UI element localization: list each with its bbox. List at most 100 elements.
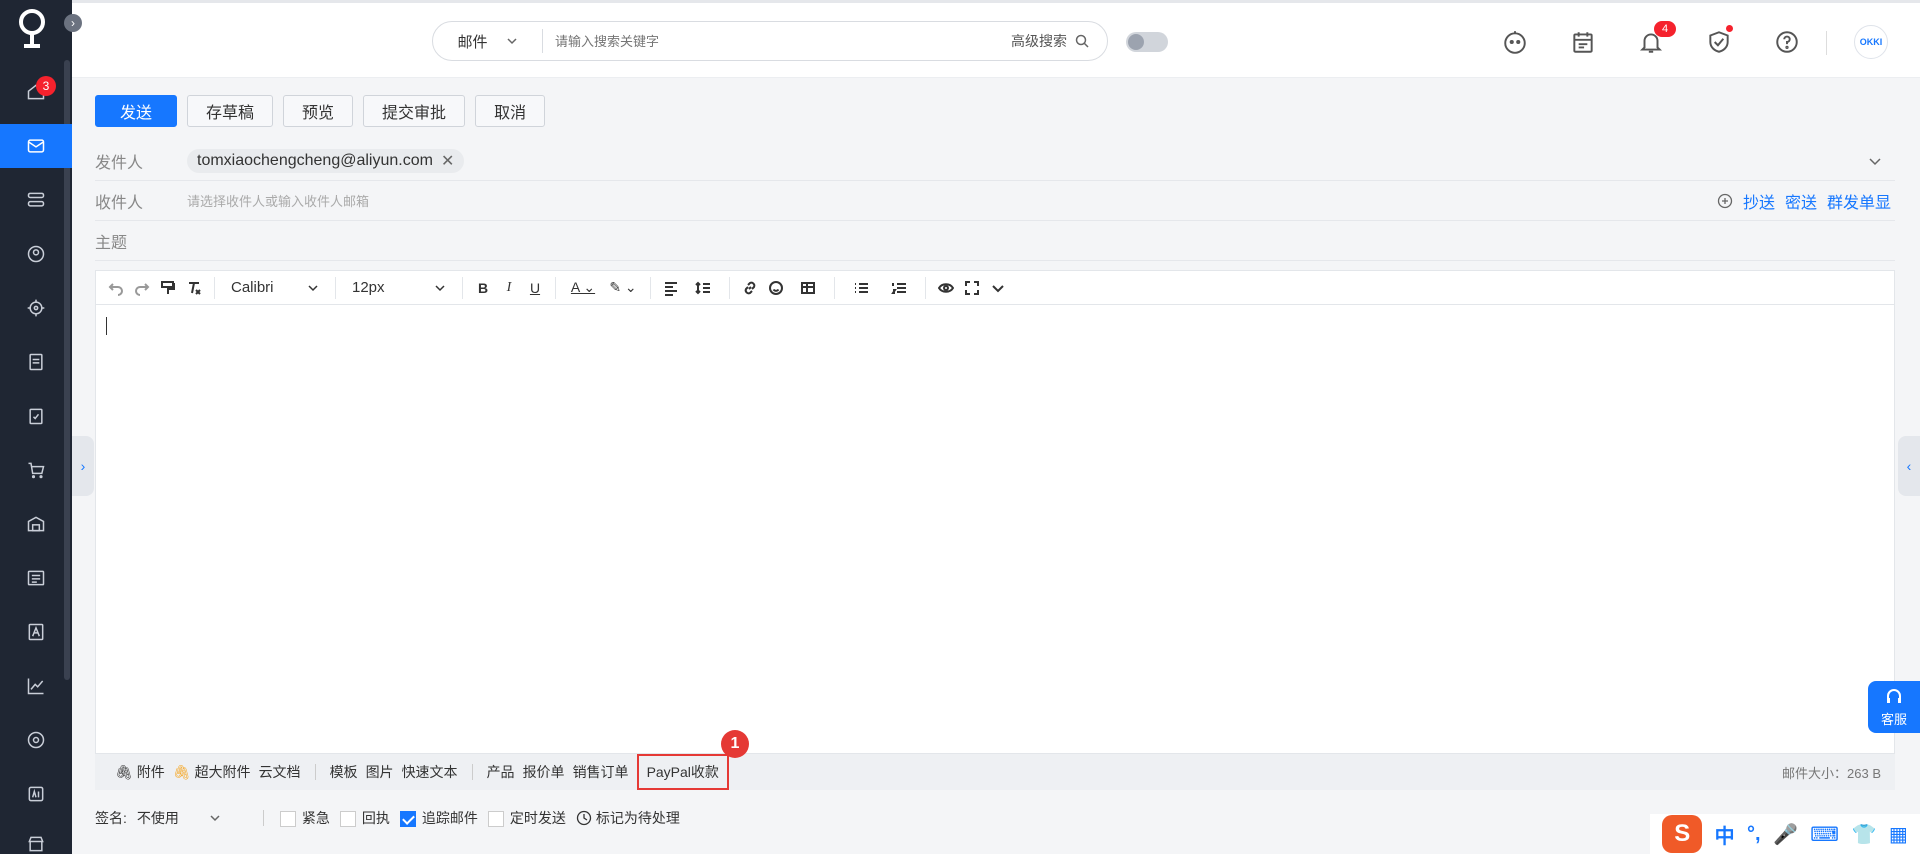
chevron-down-icon[interactable]	[986, 276, 1010, 300]
redo-icon[interactable]	[130, 276, 154, 300]
group-single-link[interactable]: 群发单显	[1827, 189, 1891, 213]
font-size-select[interactable]: 12px	[344, 276, 454, 300]
submit-approval-button[interactable]: 提交审批	[363, 95, 466, 127]
chevron-down-icon[interactable]	[1867, 153, 1883, 169]
global-search: 邮件 高级搜索	[432, 21, 1108, 61]
recipient-input[interactable]: 请选择收件人或输入收件人邮箱	[187, 191, 369, 210]
attach-button[interactable]: 🖇 附件	[115, 762, 165, 782]
line-height-icon[interactable]	[685, 276, 721, 300]
sogou-logo-icon[interactable]: S	[1662, 815, 1703, 853]
image-button[interactable]: 图片	[366, 762, 394, 782]
apps-grid-icon[interactable]: ▦	[1889, 822, 1908, 847]
notification-button[interactable]: 4	[1636, 21, 1676, 57]
microphone-icon[interactable]: 🎤	[1773, 822, 1798, 847]
sidebar-item-mail[interactable]	[0, 124, 72, 168]
calendar-button[interactable]	[1568, 27, 1598, 57]
sidebar-item-home[interactable]: 3	[0, 70, 72, 114]
bullet-list-icon[interactable]	[843, 276, 879, 300]
save-draft-button[interactable]: 存草稿	[187, 95, 274, 127]
track-mail-checkbox-box[interactable]	[399, 811, 416, 828]
urgent-checkbox-box[interactable]	[279, 811, 296, 828]
skin-icon[interactable]: 👕	[1852, 822, 1877, 847]
mark-pending-button[interactable]: 标记为待处理	[576, 808, 680, 828]
assistant-button[interactable]	[1500, 27, 1530, 57]
help-icon	[1776, 31, 1798, 53]
security-button[interactable]	[1704, 25, 1734, 57]
receipt-checkbox-box[interactable]	[339, 811, 356, 828]
track-mail-checkbox[interactable]: 追踪邮件	[399, 808, 478, 828]
sales-order-button[interactable]: 销售订单	[573, 762, 629, 782]
quotation-button[interactable]: 报价单	[523, 762, 565, 782]
rocket-toggle[interactable]	[1126, 32, 1168, 52]
scheduled-send-checkbox[interactable]: 定时发送	[487, 808, 566, 828]
scheduled-send-checkbox-box[interactable]	[487, 811, 504, 828]
sender-email: tomxiaochengcheng@aliyun.com	[197, 151, 433, 169]
product-button[interactable]: 产品	[487, 762, 515, 782]
urgent-checkbox[interactable]: 紧急	[279, 808, 330, 828]
search-input[interactable]	[543, 33, 1011, 49]
cc-link[interactable]: 抄送	[1743, 189, 1775, 213]
sidebar-item-flow[interactable]	[0, 178, 72, 222]
right-expand-tab[interactable]: ‹	[1898, 436, 1920, 496]
app-logo-icon[interactable]	[14, 6, 50, 52]
sidebar-item-shop[interactable]	[0, 822, 72, 854]
cancel-button[interactable]: 取消	[475, 95, 546, 127]
left-expand-tab[interactable]: ›	[72, 436, 94, 496]
template-button[interactable]: 模板	[330, 762, 358, 782]
quick-text-button[interactable]: 快速文本	[402, 762, 458, 782]
bold-icon[interactable]: B	[471, 276, 495, 300]
eye-icon[interactable]	[934, 276, 958, 300]
underline-icon[interactable]: U	[523, 276, 547, 300]
sidebar-collapse-icon[interactable]: ›	[64, 14, 82, 32]
bcc-link[interactable]: 密送	[1785, 189, 1817, 213]
clear-format-icon[interactable]	[182, 276, 206, 300]
ime-chinese-toggle[interactable]: 中	[1715, 820, 1735, 849]
paypal-collect-button[interactable]: PayPal收款 1	[636, 730, 749, 790]
sidebar-item-warehouse[interactable]	[0, 502, 72, 546]
numbered-list-icon[interactable]	[881, 276, 917, 300]
fullscreen-icon[interactable]	[960, 276, 984, 300]
sidebar-item-ai[interactable]	[0, 772, 72, 816]
sender-row: 发件人 tomxiaochengcheng@aliyun.com ✕	[95, 141, 1895, 181]
help-button[interactable]	[1772, 27, 1802, 57]
calendar-icon	[1573, 32, 1593, 53]
keyboard-icon[interactable]: ⌨	[1810, 822, 1839, 847]
font-family-select[interactable]: Calibri	[223, 276, 327, 300]
avatar[interactable]: OKKI	[1854, 25, 1888, 59]
receipt-label: 回执	[361, 810, 390, 826]
preview-button[interactable]: 预览	[283, 95, 354, 127]
advanced-search-button[interactable]: 高级搜索	[1011, 31, 1107, 51]
editor[interactable]: Calibri 12px B I U A ⌄ ✎ ⌄	[95, 270, 1895, 754]
sidebar-item-document[interactable]	[0, 340, 72, 384]
sidebar-item-list[interactable]	[0, 556, 72, 600]
customer-service-button[interactable]: 客服	[1868, 681, 1920, 733]
sidebar-item-target[interactable]	[0, 286, 72, 330]
large-attach-button[interactable]: 🖇 超大附件	[173, 762, 251, 782]
subject-row[interactable]: 主题	[95, 221, 1895, 261]
cloud-doc-button[interactable]: 云文档	[259, 762, 301, 782]
sidebar-item-circle[interactable]	[0, 718, 72, 762]
plus-circle-icon[interactable]	[1717, 193, 1733, 209]
font-color-icon[interactable]: A ⌄	[564, 276, 602, 300]
italic-icon[interactable]: I	[497, 276, 521, 300]
signature-select[interactable]: 不使用	[137, 808, 247, 828]
format-painter-icon[interactable]	[156, 276, 180, 300]
sidebar-item-clipboard[interactable]	[0, 394, 72, 438]
sidebar-item-cart[interactable]	[0, 448, 72, 492]
align-icon[interactable]	[659, 276, 683, 300]
ime-punct-toggle[interactable]: °,	[1747, 823, 1761, 846]
sidebar-item-chart[interactable]	[0, 664, 72, 708]
sidebar-item-font[interactable]	[0, 610, 72, 654]
undo-icon[interactable]	[104, 276, 128, 300]
sender-chip[interactable]: tomxiaochengcheng@aliyun.com ✕	[187, 148, 465, 173]
receipt-checkbox[interactable]: 回执	[339, 808, 390, 828]
table-icon[interactable]	[790, 276, 826, 300]
headset-icon	[1887, 688, 1901, 703]
link-icon[interactable]	[738, 276, 762, 300]
send-button[interactable]: 发送	[95, 95, 178, 127]
highlight-icon[interactable]: ✎ ⌄	[604, 276, 642, 300]
search-scope-select[interactable]: 邮件	[433, 29, 543, 53]
sidebar-item-contact[interactable]	[0, 232, 72, 276]
close-icon[interactable]: ✕	[441, 151, 454, 171]
emoji-icon[interactable]	[764, 276, 788, 300]
